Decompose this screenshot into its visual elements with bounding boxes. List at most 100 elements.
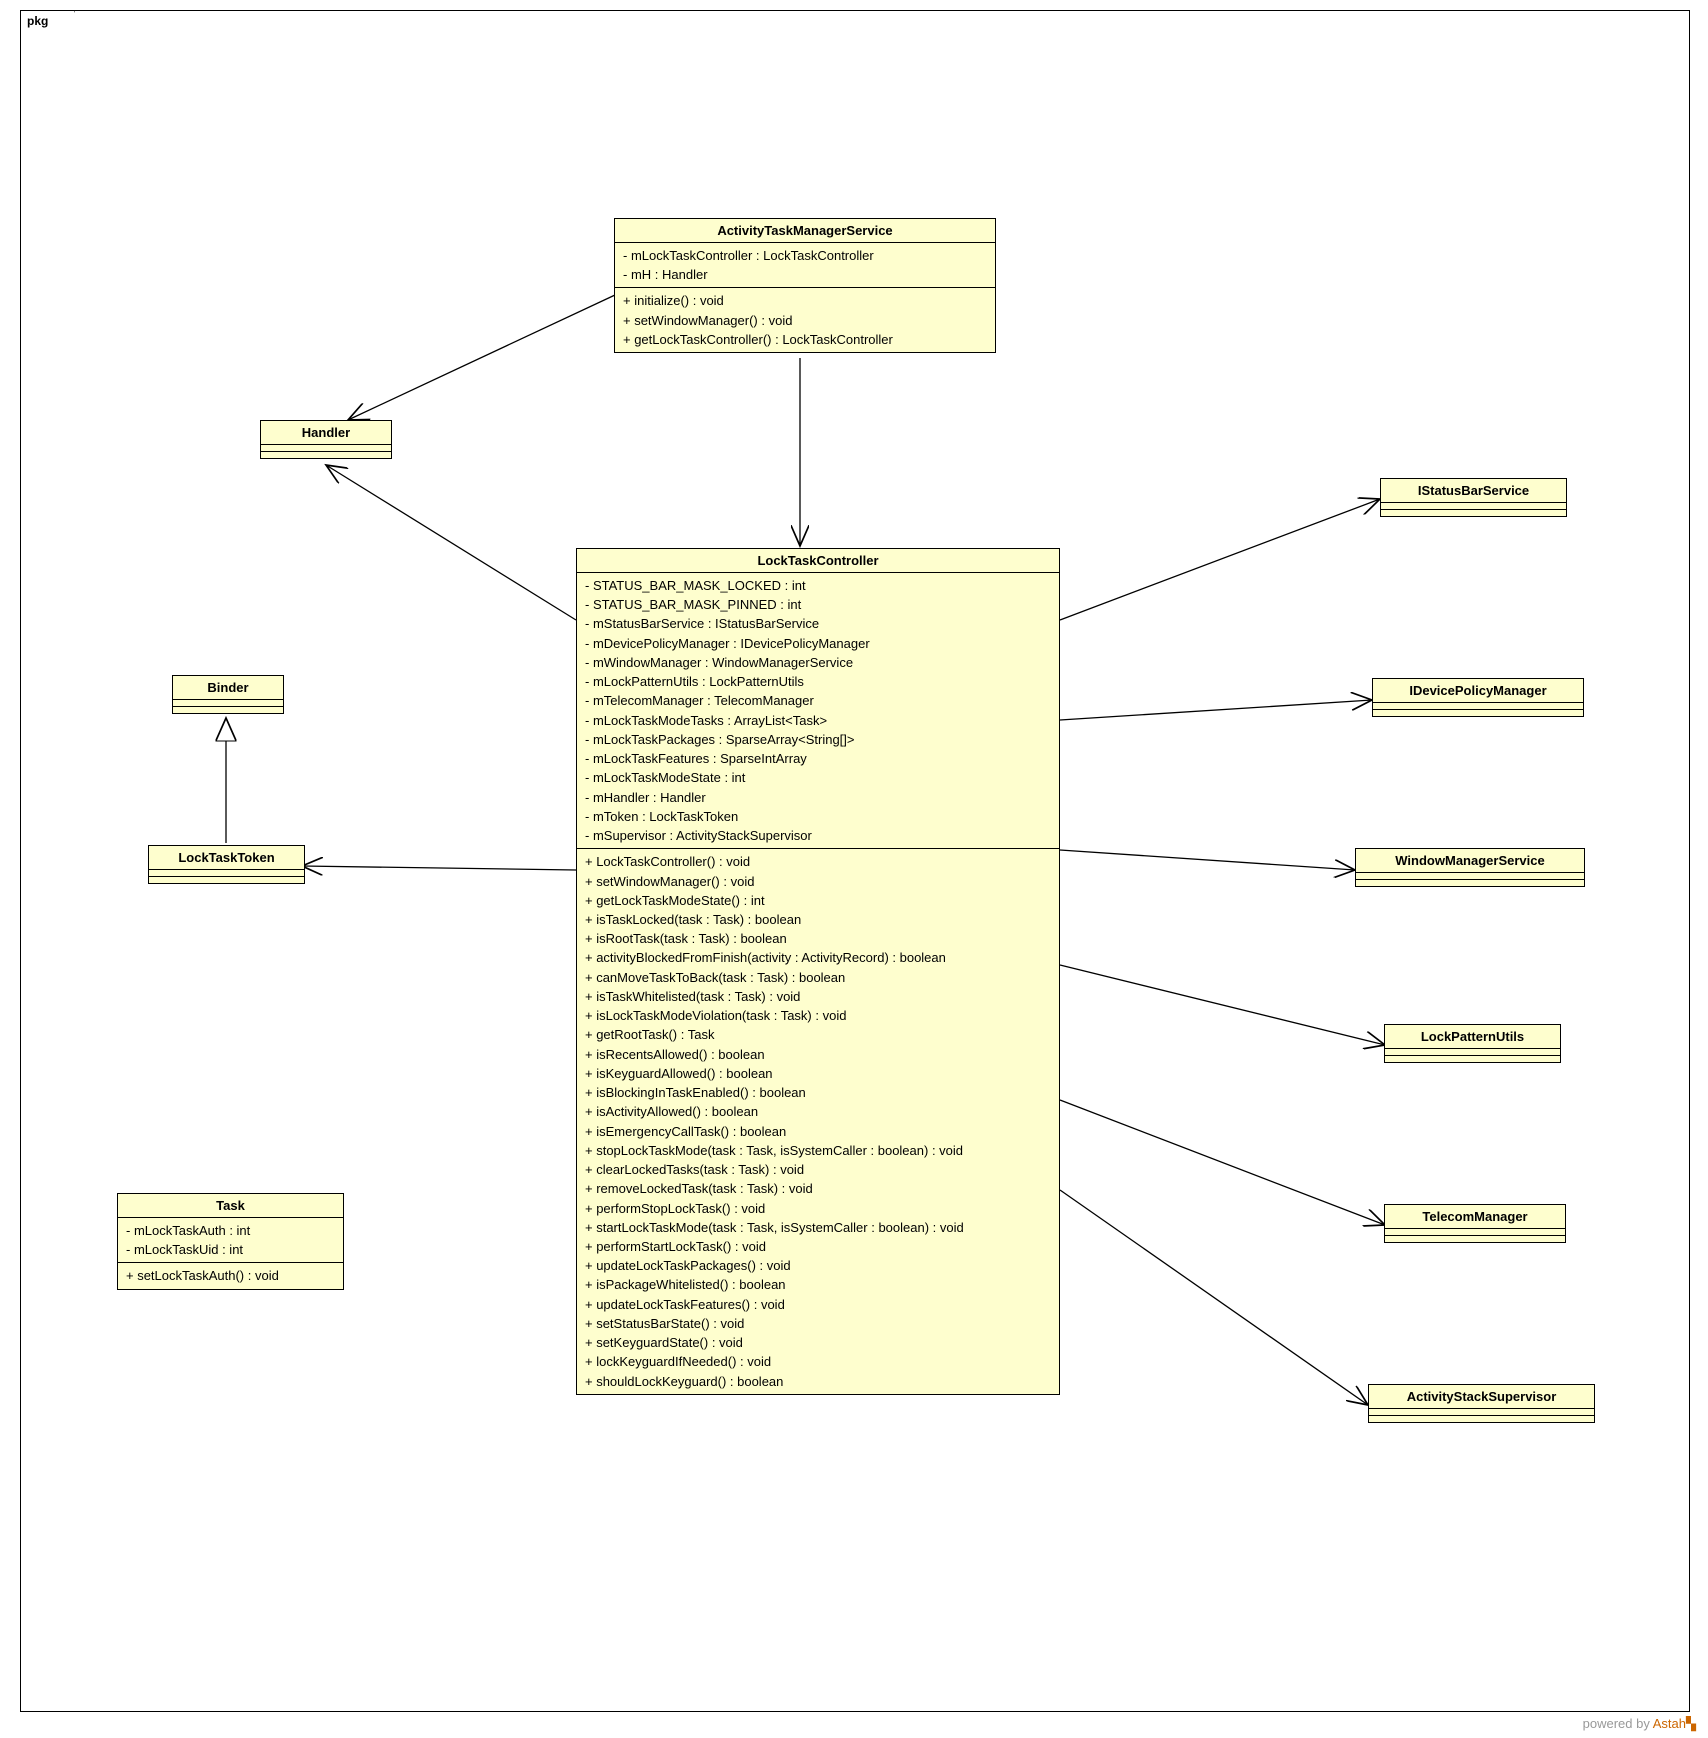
class-name: LockTaskToken bbox=[149, 846, 304, 870]
class-windowmanagerservice[interactable]: WindowManagerService bbox=[1355, 848, 1585, 887]
op-section bbox=[261, 452, 391, 458]
op: + isTaskLocked(task : Task) : boolean bbox=[585, 910, 1051, 929]
attr-section: - mLockTaskAuth : int - mLockTaskUid : i… bbox=[118, 1218, 343, 1263]
op: + getLockTaskModeState() : int bbox=[585, 891, 1051, 910]
op: + lockKeyguardIfNeeded() : void bbox=[585, 1352, 1051, 1371]
op: + getRootTask() : Task bbox=[585, 1025, 1051, 1044]
attr-section bbox=[1385, 1229, 1565, 1236]
attr: - mStatusBarService : IStatusBarService bbox=[585, 614, 1051, 633]
op-section bbox=[1381, 510, 1566, 516]
op: + setWindowManager() : void bbox=[623, 311, 987, 330]
watermark-brand: Astah bbox=[1653, 1716, 1686, 1731]
op: + updateLockTaskFeatures() : void bbox=[585, 1295, 1051, 1314]
attr: - mTelecomManager : TelecomManager bbox=[585, 691, 1051, 710]
attr: - mLockTaskUid : int bbox=[126, 1240, 335, 1259]
attr: - mHandler : Handler bbox=[585, 788, 1051, 807]
attr: - mToken : LockTaskToken bbox=[585, 807, 1051, 826]
op: + setLockTaskAuth() : void bbox=[126, 1266, 335, 1285]
op-section bbox=[1385, 1236, 1565, 1242]
attr: - mDevicePolicyManager : IDevicePolicyMa… bbox=[585, 634, 1051, 653]
op: + shouldLockKeyguard() : boolean bbox=[585, 1372, 1051, 1391]
attr: - mWindowManager : WindowManagerService bbox=[585, 653, 1051, 672]
attr-section bbox=[1373, 703, 1583, 710]
class-handler[interactable]: Handler bbox=[260, 420, 392, 459]
op: + isActivityAllowed() : boolean bbox=[585, 1102, 1051, 1121]
package-label: pkg bbox=[27, 14, 48, 28]
attr: - mLockTaskPackages : SparseArray<String… bbox=[585, 730, 1051, 749]
attr: - STATUS_BAR_MASK_PINNED : int bbox=[585, 595, 1051, 614]
class-name: Task bbox=[118, 1194, 343, 1218]
attr-section bbox=[1356, 873, 1584, 880]
attr: - STATUS_BAR_MASK_LOCKED : int bbox=[585, 576, 1051, 595]
op: + setStatusBarState() : void bbox=[585, 1314, 1051, 1333]
class-name: IDevicePolicyManager bbox=[1373, 679, 1583, 703]
class-istatusbarservice[interactable]: IStatusBarService bbox=[1380, 478, 1567, 517]
attr: - mLockTaskFeatures : SparseIntArray bbox=[585, 749, 1051, 768]
op: + LockTaskController() : void bbox=[585, 852, 1051, 871]
class-name: ActivityTaskManagerService bbox=[615, 219, 995, 243]
class-idevicepolicymanager[interactable]: IDevicePolicyManager bbox=[1372, 678, 1584, 717]
class-activitytaskmanagerservice[interactable]: ActivityTaskManagerService - mLockTaskCo… bbox=[614, 218, 996, 353]
class-binder[interactable]: Binder bbox=[172, 675, 284, 714]
attr: - mLockTaskModeTasks : ArrayList<Task> bbox=[585, 711, 1051, 730]
class-locktaskcontroller[interactable]: LockTaskController - STATUS_BAR_MASK_LOC… bbox=[576, 548, 1060, 1395]
class-telecommanager[interactable]: TelecomManager bbox=[1384, 1204, 1566, 1243]
op-section bbox=[1356, 880, 1584, 886]
watermark: powered by Astah▚ bbox=[1583, 1716, 1696, 1732]
op: + isKeyguardAllowed() : boolean bbox=[585, 1064, 1051, 1083]
op: + isTaskWhitelisted(task : Task) : void bbox=[585, 987, 1051, 1006]
class-activitystacksupervisor[interactable]: ActivityStackSupervisor bbox=[1368, 1384, 1595, 1423]
class-name: LockPatternUtils bbox=[1385, 1025, 1560, 1049]
op: + isLockTaskModeViolation(task : Task) :… bbox=[585, 1006, 1051, 1025]
attr-section: - mLockTaskController : LockTaskControll… bbox=[615, 243, 995, 288]
watermark-text: powered by bbox=[1583, 1716, 1653, 1731]
op: + isRecentsAllowed() : boolean bbox=[585, 1045, 1051, 1064]
op: + startLockTaskMode(task : Task, isSyste… bbox=[585, 1218, 1051, 1237]
op-section: + initialize() : void + setWindowManager… bbox=[615, 288, 995, 352]
attr: - mH : Handler bbox=[623, 265, 987, 284]
op: + performStopLockTask() : void bbox=[585, 1199, 1051, 1218]
op: + setKeyguardState() : void bbox=[585, 1333, 1051, 1352]
class-name: WindowManagerService bbox=[1356, 849, 1584, 873]
op-section bbox=[1369, 1416, 1594, 1422]
class-name: TelecomManager bbox=[1385, 1205, 1565, 1229]
op: + activityBlockedFromFinish(activity : A… bbox=[585, 948, 1051, 967]
package-tab: pkg bbox=[20, 10, 75, 35]
op: + removeLockedTask(task : Task) : void bbox=[585, 1179, 1051, 1198]
op: + canMoveTaskToBack(task : Task) : boole… bbox=[585, 968, 1051, 987]
op: + clearLockedTasks(task : Task) : void bbox=[585, 1160, 1051, 1179]
class-name: IStatusBarService bbox=[1381, 479, 1566, 503]
class-locktasktoken[interactable]: LockTaskToken bbox=[148, 845, 305, 884]
attr-section bbox=[1385, 1049, 1560, 1056]
attr-section bbox=[1381, 503, 1566, 510]
op: + isPackageWhitelisted() : boolean bbox=[585, 1275, 1051, 1294]
op: + getLockTaskController() : LockTaskCont… bbox=[623, 330, 987, 349]
class-name: LockTaskController bbox=[577, 549, 1059, 573]
attr-section: - STATUS_BAR_MASK_LOCKED : int- STATUS_B… bbox=[577, 573, 1059, 849]
op: + updateLockTaskPackages() : void bbox=[585, 1256, 1051, 1275]
attr: - mLockTaskAuth : int bbox=[126, 1221, 335, 1240]
op-section bbox=[1373, 710, 1583, 716]
attr: - mLockPatternUtils : LockPatternUtils bbox=[585, 672, 1051, 691]
attr-section bbox=[149, 870, 304, 877]
attr-section bbox=[261, 445, 391, 452]
op: + performStartLockTask() : void bbox=[585, 1237, 1051, 1256]
op-section bbox=[149, 877, 304, 883]
op: + isEmergencyCallTask() : boolean bbox=[585, 1122, 1051, 1141]
op: + isRootTask(task : Task) : boolean bbox=[585, 929, 1051, 948]
op-section bbox=[173, 707, 283, 713]
class-name: ActivityStackSupervisor bbox=[1369, 1385, 1594, 1409]
diagram-canvas: pkg ActivityT bbox=[0, 0, 1708, 1738]
class-lockpatternutils[interactable]: LockPatternUtils bbox=[1384, 1024, 1561, 1063]
op-section: + setLockTaskAuth() : void bbox=[118, 1263, 343, 1288]
class-name: Handler bbox=[261, 421, 391, 445]
attr: - mLockTaskModeState : int bbox=[585, 768, 1051, 787]
op: + stopLockTaskMode(task : Task, isSystem… bbox=[585, 1141, 1051, 1160]
op: + isBlockingInTaskEnabled() : boolean bbox=[585, 1083, 1051, 1102]
class-task[interactable]: Task - mLockTaskAuth : int - mLockTaskUi… bbox=[117, 1193, 344, 1290]
attr: - mLockTaskController : LockTaskControll… bbox=[623, 246, 987, 265]
op: + setWindowManager() : void bbox=[585, 872, 1051, 891]
attr-section bbox=[173, 700, 283, 707]
op-section: + LockTaskController() : void+ setWindow… bbox=[577, 849, 1059, 1394]
attr-section bbox=[1369, 1409, 1594, 1416]
